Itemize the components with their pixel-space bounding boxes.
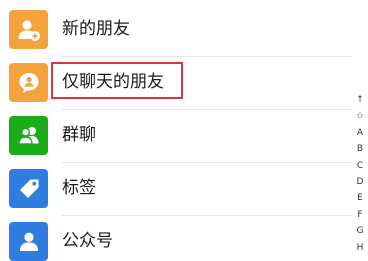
list-item-label: 新的朋友 [62,19,130,39]
list-item-label: 仅聊天的朋友 [62,72,164,92]
list-item-label: 群聊 [62,125,96,145]
contacts-screen: 新的朋友 仅聊天的朋友 群聊 标签 公众号 ↑ ☆ A B C D E F G … [0,0,368,261]
index-letter[interactable]: ☆ [352,108,368,124]
list-item-group-chats[interactable]: 群聊 [0,108,352,163]
index-letter[interactable]: F [352,207,368,223]
list-item-label: 公众号 [62,231,113,251]
chat-only-friend-icon [9,63,48,102]
alphabet-index-bar[interactable]: ↑ ☆ A B C D E F G H [352,92,368,261]
official-account-icon [9,222,48,261]
index-letter[interactable]: H [352,240,368,256]
index-letter[interactable]: E [352,190,368,206]
index-letter[interactable]: A [352,125,368,141]
list-item-new-friends[interactable]: 新的朋友 [0,2,352,57]
index-letter[interactable]: B [352,141,368,157]
index-letter[interactable]: C [352,158,368,174]
list-item-label: 标签 [62,178,96,198]
list-item-official-accounts[interactable]: 公众号 [0,214,352,261]
list-item-tags[interactable]: 标签 [0,161,352,216]
group-chat-icon [9,116,48,155]
contacts-special-list: 新的朋友 仅聊天的朋友 群聊 标签 公众号 [0,0,352,261]
index-letter[interactable]: D [352,174,368,190]
add-friend-icon [9,10,48,49]
index-letter[interactable]: G [352,223,368,239]
index-letter[interactable]: ↑ [352,92,368,108]
list-item-chat-only-friends[interactable]: 仅聊天的朋友 [0,55,352,110]
tag-icon [9,169,48,208]
